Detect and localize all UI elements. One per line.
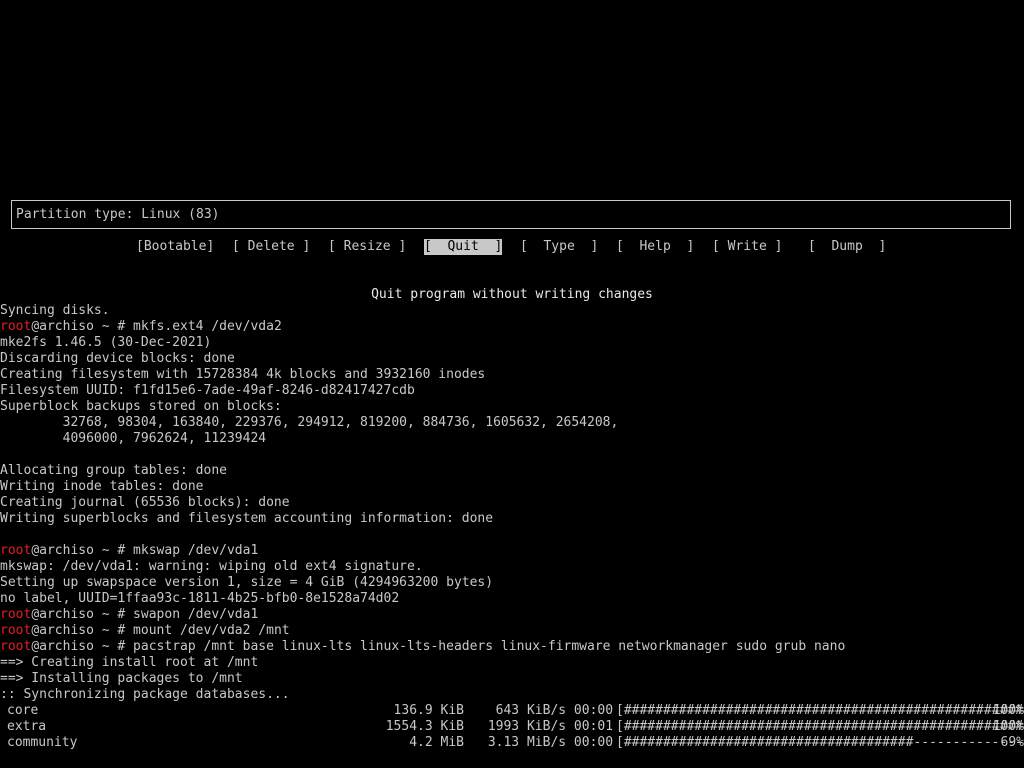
terminal-line-text: Setting up swapspace version 1, size = 4…	[0, 575, 494, 590]
prompt-user: root	[0, 319, 32, 334]
menu-dump-button[interactable]: [ Dump ]	[808, 239, 886, 255]
package-size: 4.2 MiB	[409, 735, 464, 750]
package-progress-bar: [#####################################--…	[616, 735, 1024, 750]
menu-help-button[interactable]: [ Help ]	[616, 239, 694, 255]
package-percent: 100%	[992, 719, 1024, 734]
terminal-line-text: mkswap: /dev/vda1: warning: wiping old e…	[0, 559, 423, 574]
terminal-line-text: ==> Creating install root at /mnt	[0, 655, 259, 670]
package-name: core	[7, 703, 39, 718]
partition-type-box: Partition type: Linux (83)	[11, 200, 1011, 229]
terminal-line-text: 4096000, 7962624, 11239424	[0, 431, 267, 446]
menu-quit-button[interactable]: [ Quit ]	[424, 239, 503, 255]
package-progress-bar: [#######################################…	[616, 719, 1024, 734]
terminal-line-text: @archiso ~ # swapon /dev/vda1	[31, 607, 259, 622]
terminal-line-text: Writing superblocks and filesystem accou…	[0, 511, 494, 526]
package-progress-bar: [#######################################…	[616, 703, 1024, 718]
terminal-line: Syncing disks.	[0, 303, 110, 319]
terminal-line: Discarding device blocks: done	[0, 351, 235, 367]
terminal-line: root@archiso ~ # mount /dev/vda2 /mnt	[0, 623, 290, 639]
terminal-line: ==> Creating install root at /mnt	[0, 655, 258, 671]
terminal-line: Filesystem UUID: f1fd15e6-7ade-49af-8246…	[0, 383, 415, 399]
terminal-line-text: Syncing disks.	[0, 303, 110, 318]
terminal-line: :: Synchronizing package databases...	[0, 687, 290, 703]
terminal-line: Writing superblocks and filesystem accou…	[0, 511, 493, 527]
terminal-line-text: :: Synchronizing package databases...	[0, 687, 290, 702]
terminal-line-text: ==> Installing packages to /mnt	[0, 671, 243, 686]
terminal-line: root@archiso ~ # swapon /dev/vda1	[0, 607, 258, 623]
terminal-line-text: Allocating group tables: done	[0, 463, 227, 478]
prompt-user: root	[0, 639, 32, 654]
menu-bootable-button[interactable]: [Bootable]	[136, 239, 214, 255]
terminal-line-text: Creating journal (65536 blocks): done	[0, 495, 290, 510]
terminal-line-text: Writing inode tables: done	[0, 479, 204, 494]
package-row: core 136.9 KiB 643 KiB/s 00:00 [##########…	[0, 703, 1024, 719]
terminal-line: mkswap: /dev/vda1: warning: wiping old e…	[0, 559, 423, 575]
menu-delete-button[interactable]: [ Delete ]	[232, 239, 310, 255]
terminal-line-text: mke2fs 1.46.5 (30-Dec-2021)	[0, 335, 212, 350]
partition-type-label: Partition type: Linux (83)	[16, 207, 220, 222]
terminal-line: root@archiso ~ # mkfs.ext4 /dev/vda2	[0, 319, 282, 335]
terminal-line: no label, UUID=1ffaa93c-1811-4b25-bfb0-8…	[0, 591, 399, 607]
package-row: extra 1554.3 KiB 1993 KiB/s 00:01 [#######…	[0, 719, 1024, 735]
package-name: community	[7, 735, 78, 750]
terminal-line-text: @archiso ~ # mkswap /dev/vda1	[31, 543, 259, 558]
terminal-line: Allocating group tables: done	[0, 463, 227, 479]
package-rate: 3.13 MiB/s 00:00	[480, 735, 614, 750]
package-size: 1554.3 KiB	[385, 719, 464, 734]
terminal-line: root@archiso ~ # mkswap /dev/vda1	[0, 543, 258, 559]
package-size: 136.9 KiB	[393, 703, 464, 718]
package-percent: 100%	[992, 703, 1024, 718]
terminal-line-text: Filesystem UUID: f1fd15e6-7ade-49af-8246…	[0, 383, 415, 398]
package-rate: 643 KiB/s 00:00	[480, 703, 614, 718]
terminal-line-text: no label, UUID=1ffaa93c-1811-4b25-bfb0-8…	[0, 591, 400, 606]
terminal-line-text: Creating filesystem with 15728384 4k blo…	[0, 367, 486, 382]
terminal-line: Creating journal (65536 blocks): done	[0, 495, 290, 511]
terminal-line-text: Superblock backups stored on blocks:	[0, 399, 282, 414]
prompt-user: root	[0, 543, 32, 558]
package-rate: 1993 KiB/s 00:01	[480, 719, 614, 734]
prompt-user: root	[0, 623, 32, 638]
terminal-line: mke2fs 1.46.5 (30-Dec-2021)	[0, 335, 211, 351]
menu-write-button[interactable]: [ Write ]	[712, 239, 782, 255]
terminal-line: ==> Installing packages to /mnt	[0, 671, 243, 687]
terminal-line: Writing inode tables: done	[0, 479, 204, 495]
terminal-line: Superblock backups stored on blocks:	[0, 399, 282, 415]
menu-resize-button[interactable]: [ Resize ]	[328, 239, 406, 255]
terminal-line: Creating filesystem with 15728384 4k blo…	[0, 367, 485, 383]
terminal-line-text: @archiso ~ # mkfs.ext4 /dev/vda2	[31, 319, 282, 334]
terminal-line-text: Discarding device blocks: done	[0, 351, 235, 366]
terminal-line-text: @archiso ~ # mount /dev/vda2 /mnt	[31, 623, 290, 638]
terminal-line-text: @archiso ~ # pacstrap /mnt base linux-lt…	[31, 639, 846, 654]
prompt-user: root	[0, 607, 32, 622]
terminal-line: 4096000, 7962624, 11239424	[0, 431, 267, 447]
menu-hint: Quit program without writing changes	[371, 287, 653, 302]
menu-type-button[interactable]: [ Type ]	[520, 239, 598, 255]
terminal-line: Setting up swapspace version 1, size = 4…	[0, 575, 493, 591]
terminal-line: root@archiso ~ # pacstrap /mnt base linu…	[0, 639, 845, 655]
package-percent: 69%	[992, 735, 1024, 750]
terminal-line-text: 32768, 98304, 163840, 229376, 294912, 81…	[0, 415, 619, 430]
package-name: extra	[7, 719, 47, 734]
terminal-line: 32768, 98304, 163840, 229376, 294912, 81…	[0, 415, 619, 431]
package-row: community 4.2 MiB 3.13 MiB/s 00:00 [######…	[0, 735, 1024, 751]
